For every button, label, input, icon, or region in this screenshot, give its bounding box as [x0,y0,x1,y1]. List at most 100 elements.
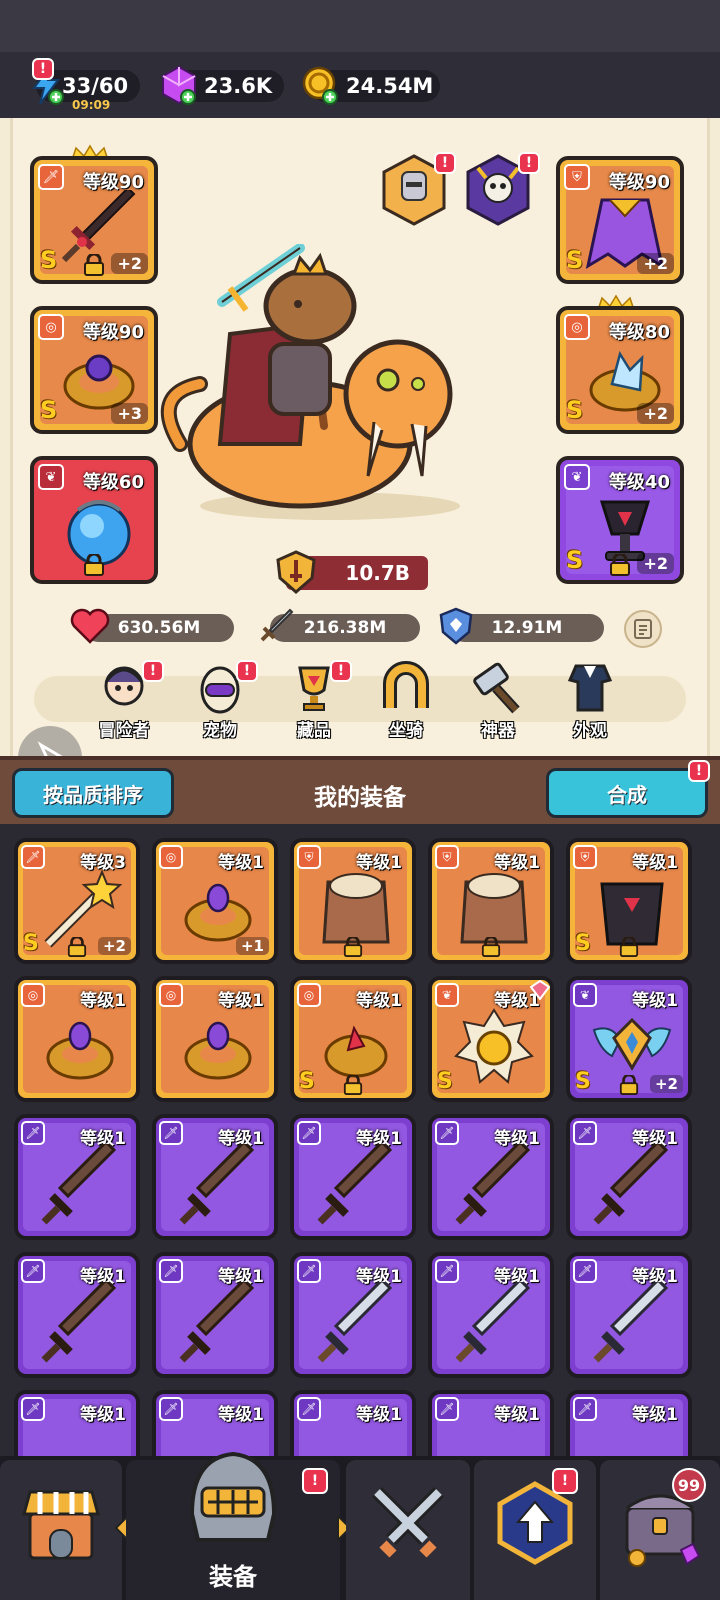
equipment-item[interactable]: 🗡 等级1 [290,1114,416,1240]
sword-icon [260,608,294,642]
wooden-sword-icon [455,1144,531,1225]
equipment-title: 我的装备 [314,785,406,811]
crossed-swords-icon [372,1487,444,1558]
helmet-icon [189,1451,277,1542]
pink-gem-badge-icon [530,980,550,1000]
notes-icon [634,619,652,639]
energy-timer: 09:09 [72,98,111,112]
tab-appearance[interactable]: 外观 [550,660,630,741]
gem-counter[interactable]: 23.6K [162,65,284,105]
bracer-slot[interactable]: ◎ 等级80 S +2 [556,306,684,434]
outfit-icon [567,664,613,712]
sword-type-icon: 🗡 [573,1259,597,1283]
armor-type-icon: ⛨ [435,845,459,869]
hp-stat: 630.56M [70,608,234,644]
wooden-sword-icon [593,1144,669,1225]
steel-sword-icon [455,1282,531,1363]
amethyst-ring-icon [46,1021,114,1080]
collection-alert-badge: ! [330,660,352,682]
armor-type-icon: ⛨ [573,845,597,869]
ring-type-icon: ◎ [159,983,183,1007]
sword-type-icon: 🗡 [38,164,64,190]
equipment-item[interactable]: ◎ 等级1 S [290,976,416,1102]
necklace-type-icon: ❦ [38,464,64,490]
equipment-grid: 🗡 等级3 S +2 ◎ 等级1 +1 ⛨ 等级1 ⛨ 等级1 ⛨ 等级1 S [0,824,720,1456]
equipment-item[interactable]: ◎ 等级1 [152,976,278,1102]
equipment-item[interactable]: 🗡 等级1 [566,1114,692,1240]
sword-type-icon: 🗡 [573,1121,597,1145]
sun-medal-icon [454,1008,534,1084]
equipment-item[interactable]: ◎ 等级1 +1 [152,838,278,964]
adventurer-alert-badge: ! [142,660,164,682]
sword-type-icon: 🗡 [21,845,45,869]
equipment-item[interactable]: 🗡 等级1 [566,1390,692,1456]
equipment-item[interactable]: 🗡 等级1 [152,1114,278,1240]
armor-type-icon: ⛨ [564,164,590,190]
sword-type-icon: 🗡 [435,1397,459,1421]
sword-shield-icon [276,550,316,594]
necklace-slot[interactable]: ❦ 等级60 [30,456,158,584]
energy-alert-badge: ! [32,58,54,80]
equipment-item[interactable]: 🗡 等级1 [290,1390,416,1456]
bottom-nav-battle[interactable] [346,1460,470,1600]
equipment-item[interactable]: 🗡 等级1 [428,1252,554,1378]
armor-type-icon: ⛨ [297,845,321,869]
tab-artifact[interactable]: 神器 [458,660,538,741]
weapon-slot[interactable]: 🗡 等级90 S +2 [30,156,158,284]
equipment-item[interactable]: ⛨ 等级1 [290,838,416,964]
wooden-sword-icon [179,1144,255,1225]
stats-detail-button[interactable] [624,610,662,648]
ring-type-icon: ◎ [297,983,321,1007]
sword-type-icon: 🗡 [297,1397,321,1421]
gold-coin-icon [302,66,338,105]
equipment-item[interactable]: 🗡 等级1 [14,1252,140,1378]
equipment-item[interactable]: 🗡 等级3 S +2 [14,838,140,964]
gold-counter[interactable]: 24.54M [302,66,440,105]
steel-sword-icon [593,1282,669,1363]
bottom-nav-active-label: 装备 [209,1563,257,1591]
defense-stat: 12.91M [439,607,604,645]
lock-icon [619,1075,639,1095]
wooden-sword-icon [41,1144,117,1225]
sword-type-icon: 🗡 [21,1397,45,1421]
equipment-item[interactable]: ❦ 等级1 S +2 [566,976,692,1102]
equipment-item[interactable]: 🗡 等级1 [14,1114,140,1240]
ring-slot[interactable]: ◎ 等级90 S +3 [30,306,158,434]
bottom-nav-shop[interactable] [0,1460,122,1600]
equipment-item[interactable]: ⛨ 等级1 S [566,838,692,964]
sort-by-quality-button[interactable]: 按品质排序 [12,768,174,818]
equipment-item[interactable]: 🗡 等级1 [566,1252,692,1378]
necklace-type-icon: ❦ [564,464,590,490]
lock-icon [610,554,630,576]
equipment-item[interactable]: ❦ 等级1 S [428,976,554,1102]
equipment-item[interactable]: 🗡 等级1 [14,1390,140,1456]
synthesize-alert-badge: ! [688,760,710,782]
tab-mount[interactable]: 坐骑 [366,660,446,741]
equipment-item[interactable]: 🗡 等级1 [290,1252,416,1378]
hammer-icon [473,662,520,714]
sword-type-icon: 🗡 [573,1397,597,1421]
heart-icon [70,608,110,644]
necklace-type-icon: ❦ [435,983,459,1007]
equipment-item[interactable]: 🗡 等级1 [428,1390,554,1456]
lock-icon [619,937,639,957]
amethyst-ring-icon [184,1021,252,1080]
ring-type-icon: ◎ [564,314,590,340]
armor-slot[interactable]: ⛨ 等级90 S +2 [556,156,684,284]
lock-icon [481,937,501,957]
equipment-item[interactable]: ◎ 等级1 [14,976,140,1102]
ring-type-icon: ◎ [159,845,183,869]
sword-type-icon: 🗡 [21,1121,45,1145]
sword-type-icon: 🗡 [435,1121,459,1145]
synthesize-button[interactable]: 合成 [546,768,708,818]
sword-type-icon: 🗡 [297,1121,321,1145]
lock-icon [84,554,104,576]
shop-icon [22,1490,100,1560]
ring-type-icon: ◎ [21,983,45,1007]
equipment-item[interactable]: 🗡 等级1 [428,1114,554,1240]
relic-slot[interactable]: ❦ 等级40 S +2 [556,456,684,584]
equipment-item[interactable]: ⛨ 等级1 [428,838,554,964]
sword-type-icon: 🗡 [297,1259,321,1283]
steel-sword-icon [317,1282,393,1363]
equipment-item[interactable]: 🗡 等级1 [152,1252,278,1378]
